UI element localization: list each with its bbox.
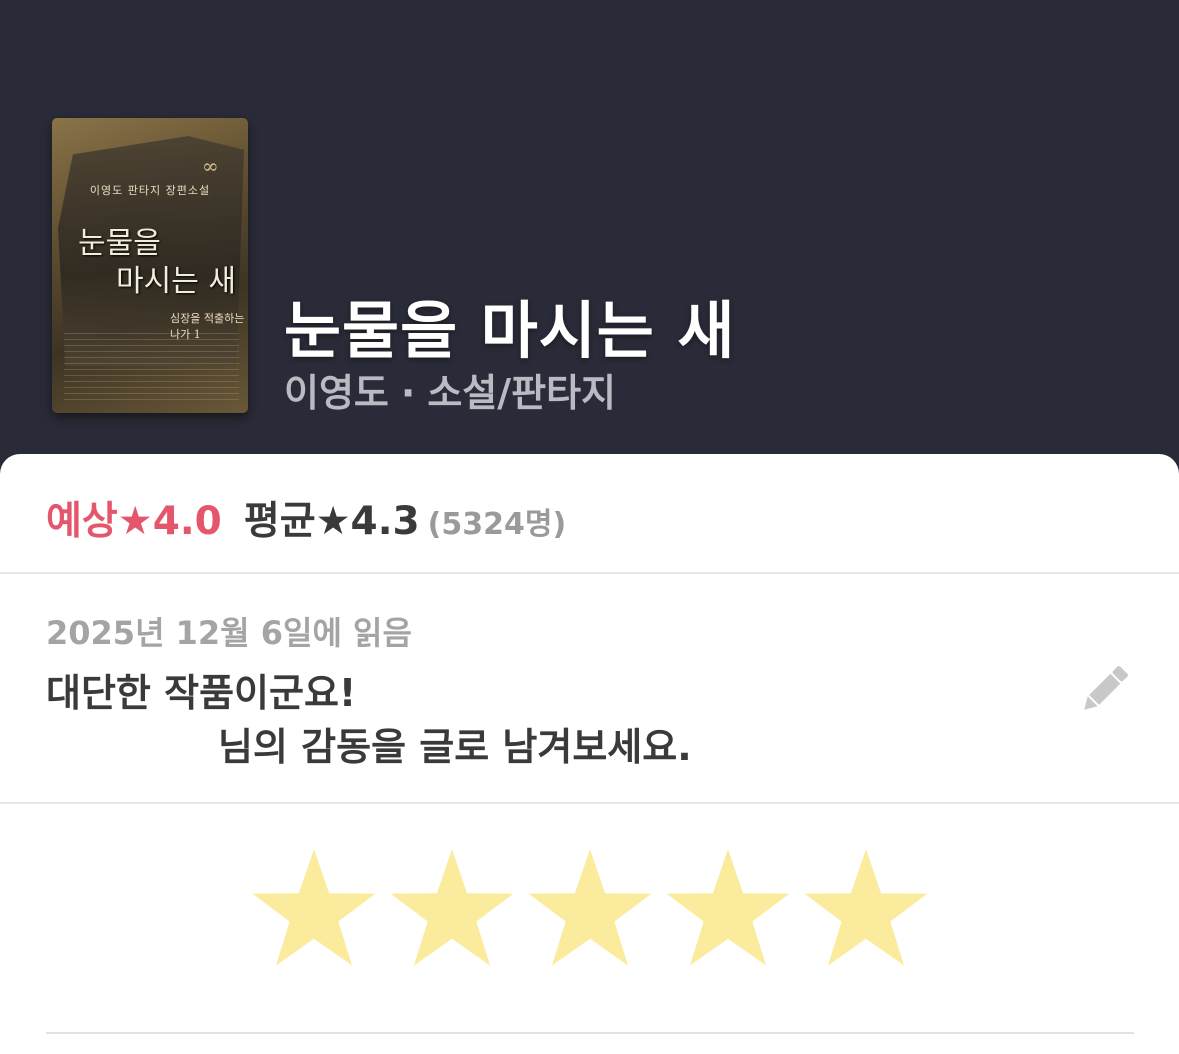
star-icon[interactable]	[802, 846, 930, 970]
star-icon[interactable]	[388, 846, 516, 970]
expected-value: ★4.0	[117, 499, 222, 544]
review-prompt-line1: 대단한 작품이군요!	[46, 671, 357, 715]
book-title: 눈물을 마시는 새	[284, 294, 736, 367]
pencil-icon[interactable]	[1074, 660, 1134, 720]
cover-line-texture	[64, 333, 239, 403]
star-rating-input[interactable]	[250, 846, 930, 976]
average-rating: 평균★4.3	[244, 499, 420, 544]
read-date: 2025년 12월 6일에 읽음	[46, 614, 412, 652]
divider	[0, 572, 1179, 574]
average-value: ★4.3	[315, 499, 420, 544]
cover-title-line2: 마시는 새	[116, 264, 236, 299]
average-label: 평균	[243, 499, 316, 544]
rating-count: (5324명)	[427, 507, 567, 542]
book-genre: 소설/판타지	[427, 371, 617, 415]
star-icon[interactable]	[664, 846, 792, 970]
book-author[interactable]: 이영도	[284, 371, 389, 415]
expected-rating: 예상★4.0	[46, 499, 222, 544]
divider	[0, 802, 1179, 804]
review-prompt-line2: 님의 감동을 글로 남겨보세요.	[218, 725, 692, 769]
rating-summary: 예상★4.0 평균★4.3 (5324명)	[46, 490, 566, 546]
cover-volume: 심장을 적출하는 나가 1	[170, 312, 245, 341]
cover-emblem: ∞	[202, 154, 219, 178]
star-icon[interactable]	[250, 846, 378, 970]
cover-subtitle: 이영도 판타지 장편소설	[89, 184, 211, 197]
book-meta: 이영도 · 소설/판타지	[284, 362, 616, 417]
book-cover-image[interactable]: ∞ 이영도 판타지 장편소설 눈물을 마시는 새 심장을 적출하는 나가 1	[52, 118, 248, 413]
divider	[46, 1032, 1134, 1034]
star-icon[interactable]	[526, 846, 654, 970]
meta-separator: ·	[400, 371, 416, 415]
expected-label: 예상	[46, 499, 118, 544]
book-header: ∞ 이영도 판타지 장편소설 눈물을 마시는 새 심장을 적출하는 나가 1 눈…	[0, 0, 1179, 480]
